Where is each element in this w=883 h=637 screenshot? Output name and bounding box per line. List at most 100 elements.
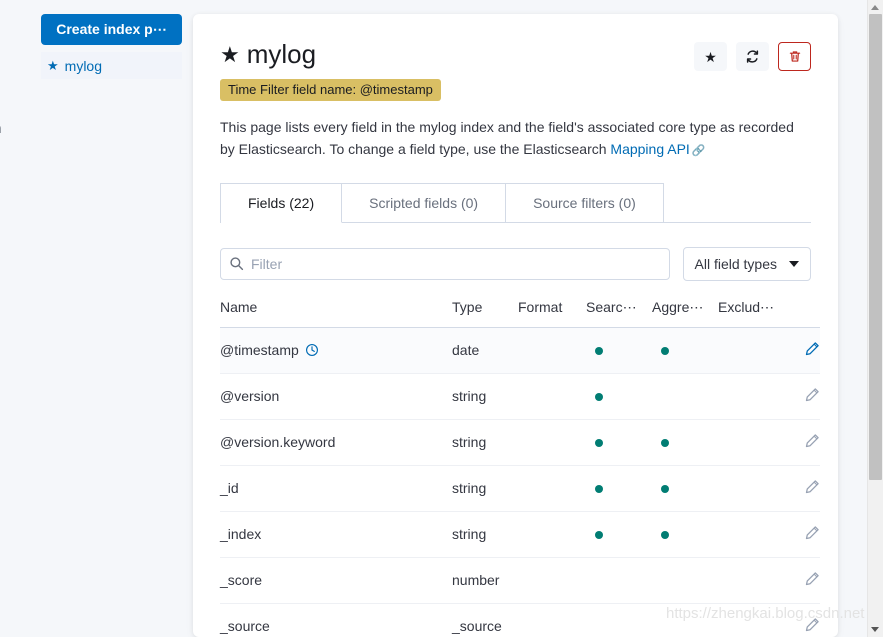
field-name: _source <box>220 618 270 635</box>
field-excluded-cell <box>718 465 784 512</box>
field-name-cell: @version.keyword <box>220 419 452 466</box>
field-searchable-cell <box>586 327 652 374</box>
field-format-cell <box>518 557 586 604</box>
field-excluded-cell <box>718 419 784 466</box>
field-type-cell: _source <box>452 603 518 637</box>
table-row: @version.keyword string <box>220 419 820 466</box>
field-name: _id <box>220 480 239 497</box>
searchable-dot-icon <box>595 531 603 540</box>
refresh-icon <box>746 50 759 63</box>
pencil-icon[interactable] <box>804 341 820 357</box>
field-type-cell: string <box>452 511 518 558</box>
pencil-icon[interactable] <box>804 571 820 587</box>
field-edit-cell[interactable] <box>784 419 820 466</box>
refresh-fields-button[interactable] <box>736 42 769 71</box>
table-row: _index string <box>220 511 820 558</box>
star-icon: ★ <box>47 58 59 73</box>
pencil-icon[interactable] <box>804 525 820 541</box>
mapping-api-link[interactable]: Mapping API <box>610 141 689 157</box>
column-header-format[interactable]: Format <box>518 298 586 328</box>
field-name-cell: @version <box>220 373 452 420</box>
pencil-icon[interactable] <box>804 479 820 495</box>
searchable-dot-icon <box>595 439 603 448</box>
field-searchable-cell <box>586 511 652 558</box>
field-format-cell <box>518 465 586 512</box>
field-excluded-cell <box>718 603 784 637</box>
page-scrollbar[interactable] <box>867 0 883 637</box>
column-header-name[interactable]: Name <box>220 298 452 328</box>
field-name: @version <box>220 388 280 405</box>
star-icon: ★ <box>220 41 240 67</box>
field-excluded-cell <box>718 511 784 558</box>
tab-source-filters[interactable]: Source filters (0) <box>506 183 664 223</box>
column-header-aggregatable[interactable]: Aggre⋯ <box>652 298 718 328</box>
delete-index-pattern-button[interactable] <box>778 42 811 71</box>
scroll-up-arrow-icon[interactable] <box>871 5 879 10</box>
field-edit-cell[interactable] <box>784 557 820 604</box>
aggregatable-dot-icon <box>661 347 669 356</box>
field-aggregatable-cell <box>652 557 718 604</box>
searchable-dot-icon <box>595 485 603 494</box>
field-edit-cell[interactable] <box>784 511 820 558</box>
searchable-dot-icon <box>595 393 603 402</box>
index-pattern-card: ★ mylog Time Filter field name: @timesta… <box>193 14 838 637</box>
clock-icon <box>305 344 318 357</box>
field-aggregatable-cell <box>652 419 718 466</box>
field-name-cell: _source <box>220 603 452 637</box>
page-title: mylog <box>246 39 317 69</box>
field-name: _score <box>220 572 263 589</box>
tab-scripted-fields[interactable]: Scripted fields (0) <box>342 183 507 223</box>
pencil-icon[interactable] <box>804 433 820 449</box>
field-format-cell <box>518 603 586 637</box>
pencil-icon[interactable] <box>804 617 820 633</box>
field-edit-cell[interactable] <box>784 603 820 637</box>
field-excluded-cell <box>718 557 784 604</box>
field-aggregatable-cell <box>652 327 718 374</box>
field-type-cell: string <box>452 419 518 466</box>
field-aggregatable-cell <box>652 603 718 637</box>
field-name: @timestamp <box>220 342 299 359</box>
pencil-icon[interactable] <box>804 387 820 403</box>
field-name-cell: @timestamp <box>220 327 452 374</box>
field-aggregatable-cell <box>652 465 718 512</box>
scroll-down-arrow-icon[interactable] <box>871 627 879 632</box>
page-header: ★ mylog Time Filter field name: @timesta… <box>220 39 811 102</box>
field-searchable-cell <box>586 373 652 420</box>
field-name: @version.keyword <box>220 434 336 451</box>
scrollbar-thumb[interactable] <box>869 14 882 480</box>
column-header-excluded[interactable]: Exclud⋯ <box>718 298 784 328</box>
searchable-dot-icon <box>595 347 603 356</box>
field-aggregatable-cell <box>652 511 718 558</box>
table-controls: All field types <box>220 246 811 281</box>
tabs: Fields (22) Scripted fields (0) Source f… <box>220 182 664 223</box>
field-aggregatable-cell <box>652 373 718 420</box>
field-name-cell: _score <box>220 557 452 604</box>
set-default-index-button[interactable]: ★ <box>694 42 727 71</box>
tab-fields[interactable]: Fields (22) <box>221 183 343 223</box>
column-header-type[interactable]: Type <box>452 298 518 328</box>
field-type-cell: date <box>452 327 518 374</box>
field-edit-cell[interactable] <box>784 465 820 512</box>
fields-table: Name Type Format Searc⋯ Aggre⋯ Exclud⋯ @… <box>220 298 820 637</box>
table-row: _score number <box>220 557 820 604</box>
create-index-pattern-button[interactable]: Create index p⋯ <box>41 14 182 45</box>
field-name-cell: _index <box>220 511 452 558</box>
field-edit-cell[interactable] <box>784 373 820 420</box>
field-format-cell <box>518 327 586 374</box>
field-name: _index <box>220 526 262 543</box>
search-input[interactable] <box>220 247 670 280</box>
field-type-select[interactable]: All field types <box>682 246 811 281</box>
clipped-sidebar-text: on <box>0 120 2 136</box>
sidebar-item-mylog[interactable]: ★ mylog <box>41 52 182 79</box>
table-row: @timestamp date <box>220 327 820 374</box>
column-header-actions <box>784 298 820 328</box>
field-edit-cell[interactable] <box>784 327 820 374</box>
aggregatable-dot-icon <box>661 531 669 540</box>
table-row: _source _source <box>220 603 820 637</box>
field-format-cell <box>518 373 586 420</box>
tabs-container: Fields (22) Scripted fields (0) Source f… <box>220 161 811 223</box>
field-type-cell: string <box>452 373 518 420</box>
field-excluded-cell <box>718 327 784 374</box>
column-header-searchable[interactable]: Searc⋯ <box>586 298 652 328</box>
chevron-down-icon <box>789 260 799 267</box>
